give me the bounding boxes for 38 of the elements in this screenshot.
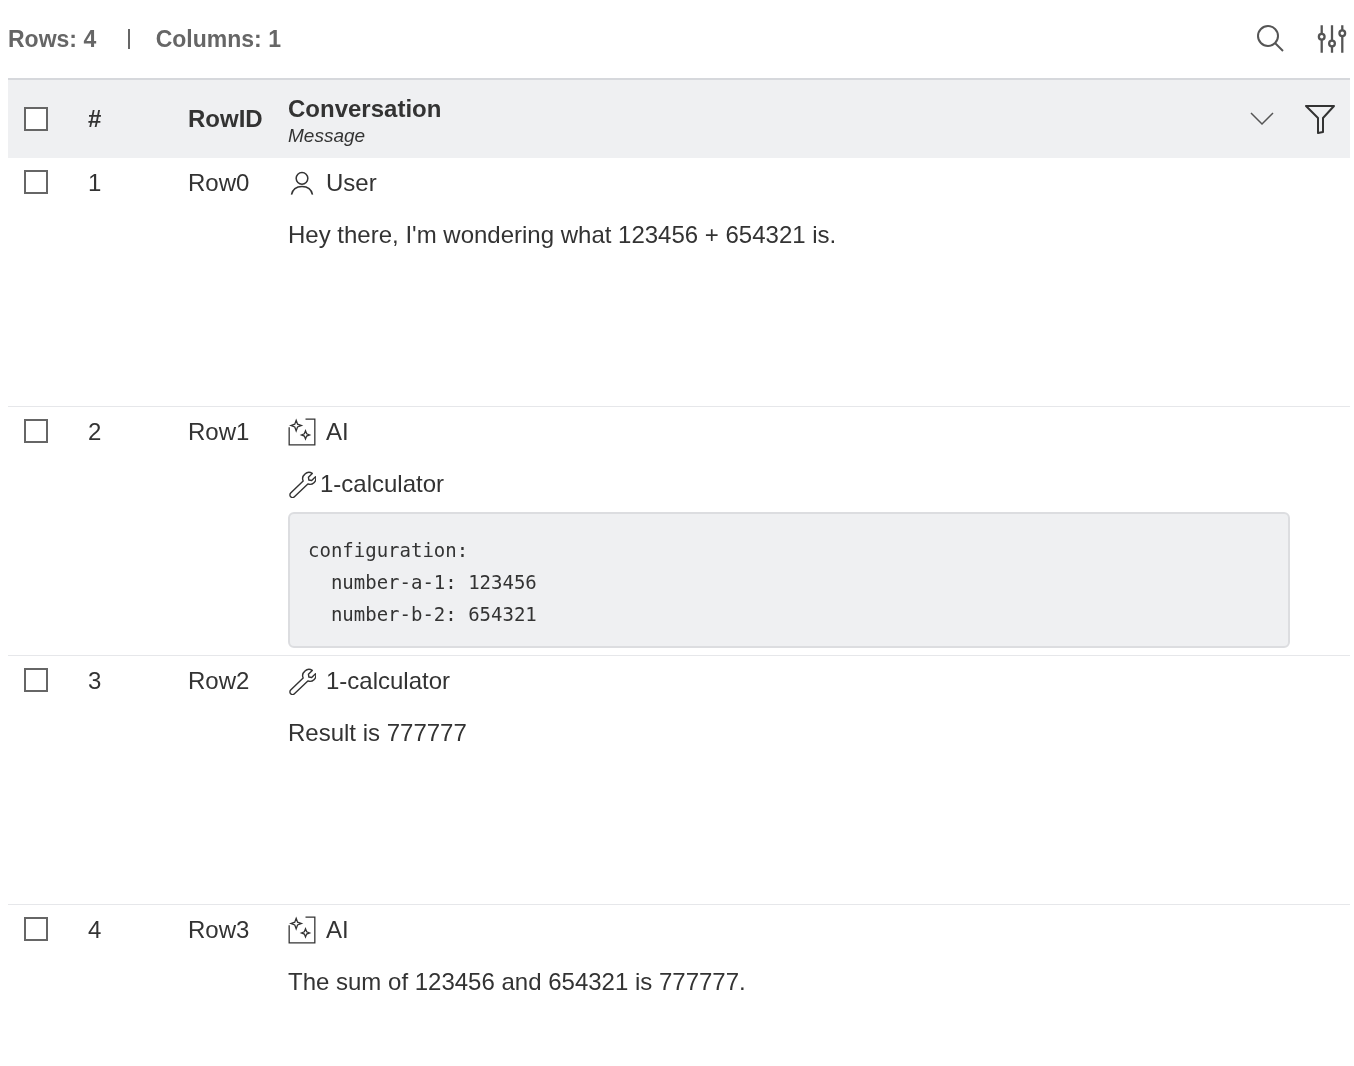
- row-id: Row2: [188, 667, 250, 694]
- checkbox[interactable]: [24, 419, 48, 443]
- row-number: 2: [88, 418, 102, 445]
- message-text: Hey there, I'm wondering what 123456 + 654321 is.: [288, 221, 838, 249]
- column-count: Columns: 1: [155, 25, 281, 53]
- column-subtitle: Message: [288, 125, 367, 147]
- code-line: configuration:: [308, 538, 470, 563]
- sliders-icon[interactable]: [1316, 23, 1348, 55]
- filter-icon[interactable]: [1304, 104, 1336, 134]
- checkbox[interactable]: [24, 107, 48, 131]
- row-count: Rows: 4: [8, 25, 97, 53]
- column-header: Conversation: [288, 95, 443, 123]
- checkbox[interactable]: [24, 170, 48, 194]
- row-number: 1: [88, 169, 102, 196]
- code-line: number-b-2: 654321: [329, 602, 538, 627]
- message-role: AI: [326, 916, 349, 944]
- code-line: number-a-1: 123456: [329, 570, 538, 595]
- row-id: Row3: [188, 916, 250, 943]
- chevron-down-icon[interactable]: [1250, 112, 1274, 126]
- column-header: RowID: [188, 105, 263, 132]
- user-icon: [288, 169, 316, 197]
- row-id: Row0: [188, 169, 250, 196]
- message-role: User: [326, 169, 377, 197]
- message-text: The sum of 123456 and 654321 is 777777.: [288, 968, 747, 996]
- row-id: Row1: [188, 418, 250, 445]
- message-role: 1-calculator: [326, 667, 451, 695]
- sparkle-icon: [288, 916, 316, 944]
- column-header: #: [88, 105, 102, 132]
- row-number: 4: [88, 916, 102, 943]
- sparkle-icon: [288, 418, 316, 446]
- message-role: AI: [326, 418, 349, 446]
- wrench-icon: [288, 470, 316, 498]
- tool-name: 1-calculator: [320, 470, 445, 498]
- wrench-icon: [288, 667, 316, 695]
- message-text: Result is 777777: [288, 719, 468, 747]
- checkbox[interactable]: [24, 668, 48, 692]
- row-number: 3: [88, 667, 102, 694]
- checkbox[interactable]: [24, 917, 48, 941]
